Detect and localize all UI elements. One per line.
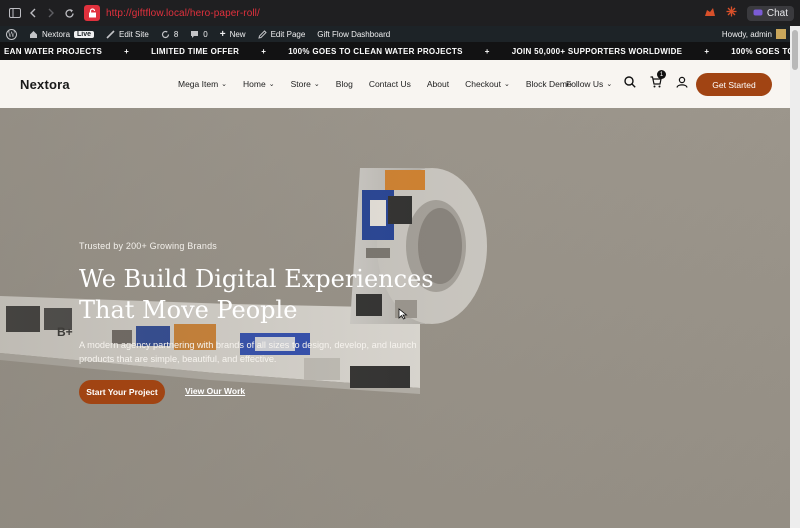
follow-us-label: Follow Us <box>566 79 604 89</box>
updates-icon <box>161 30 169 38</box>
chat-button[interactable]: Chat <box>746 5 794 21</box>
nav-label: About <box>426 79 450 89</box>
start-project-button[interactable]: Start Your Project <box>79 380 165 404</box>
site-logo[interactable]: Nextora <box>20 77 70 92</box>
home-icon <box>30 30 37 38</box>
updates-count: 8 <box>173 29 179 39</box>
avatar[interactable] <box>776 29 786 39</box>
extension-icon[interactable] <box>704 7 716 20</box>
pencil-icon <box>257 29 267 39</box>
edit-page-label: Edit Page <box>270 29 306 39</box>
nav-label: Mega Item <box>178 79 219 89</box>
site-security-icon[interactable] <box>84 5 100 21</box>
comments-count: 0 <box>203 29 208 39</box>
wordpress-logo-icon[interactable]: W <box>0 26 23 42</box>
site-header: Nextora Mega Item ⌄ Home ⌄ Store ⌄ Blog Con… <box>0 60 790 108</box>
edit-site-link[interactable]: Edit Site <box>100 26 155 42</box>
nav-item-mega-item[interactable]: Mega Item ⌄ <box>170 79 235 89</box>
hero-section: B+ Trusted by 200+ Growing Brands We Bui… <box>0 108 790 528</box>
forward-icon[interactable] <box>42 4 60 22</box>
nav-item-contact-us[interactable]: Contact Us <box>361 79 419 89</box>
main-nav: Mega Item ⌄ Home ⌄ Store ⌄ Blog Contact Us … <box>170 60 580 108</box>
reload-icon[interactable] <box>60 4 78 22</box>
new-content-link[interactable]: + New <box>214 26 252 42</box>
comment-icon <box>191 30 199 38</box>
live-badge: Live <box>74 30 95 38</box>
chevron-down-icon: ⌄ <box>268 81 275 88</box>
nav-label: Contact Us <box>368 79 411 89</box>
ticker-item: LIMITED TIME OFFER <box>151 46 240 56</box>
follow-us-menu[interactable]: Follow Us ⌄ <box>566 60 612 108</box>
svg-text:W: W <box>8 31 16 39</box>
updates-link[interactable]: 8 <box>155 26 184 42</box>
ticker-separator: + <box>124 46 130 56</box>
chat-label: Chat <box>766 7 788 19</box>
nav-label: Checkout <box>465 79 501 89</box>
ticker-item: 100% GOES TO CLEAN WATER PROJECTS <box>731 46 790 56</box>
sparkle-icon[interactable] <box>726 6 737 20</box>
chevron-down-icon: ⌄ <box>313 81 320 88</box>
sidebar-toggle-icon[interactable] <box>6 4 24 22</box>
ticker-separator: + <box>704 46 710 56</box>
new-label: New <box>229 29 246 39</box>
nav-item-home[interactable]: Home ⌄ <box>235 79 283 89</box>
back-icon[interactable] <box>24 4 42 22</box>
mouse-cursor-icon <box>398 308 408 320</box>
edit-site-label: Edit Site <box>119 29 149 39</box>
wp-admin-bar: W Nextora Live Edit Site 8 0 + New Edit … <box>0 26 790 42</box>
nav-item-checkout[interactable]: Checkout ⌄ <box>457 79 518 89</box>
nav-label: Blog <box>335 79 353 89</box>
howdy-label[interactable]: Howdy, admin <box>722 30 772 39</box>
trusted-tagline: Trusted by 200+ Growing Brands <box>79 241 217 251</box>
page-scrollbar-track[interactable] <box>790 26 800 528</box>
browser-window: http://giftflow.local/hero-paper-roll/ C… <box>0 0 800 528</box>
dashboard-link[interactable]: Gift Flow Dashboard <box>311 26 396 42</box>
address-bar[interactable]: http://giftflow.local/hero-paper-roll/ <box>106 8 260 19</box>
edit-page-link[interactable]: Edit Page <box>252 26 312 42</box>
page-scrollbar-thumb[interactable] <box>792 30 798 70</box>
admin-site-link[interactable]: Nextora Live <box>23 26 100 42</box>
plus-icon: + <box>219 28 226 40</box>
announcement-ticker: EAN WATER PROJECTS + LIMITED TIME OFFER … <box>0 42 790 60</box>
ticker-item: 100% GOES TO CLEAN WATER PROJECTS <box>288 46 463 56</box>
ticker-item: JOIN 50,000+ SUPPORTERS WORLDWIDE <box>511 46 683 56</box>
nav-item-blog[interactable]: Blog <box>328 79 361 89</box>
chevron-down-icon: ⌄ <box>221 81 228 88</box>
ticker-item: EAN WATER PROJECTS <box>4 46 103 56</box>
cart-button[interactable]: 1 <box>650 70 666 93</box>
hero-subtext: A modern agency partnering with brands o… <box>79 340 417 364</box>
cart-count-badge: 1 <box>657 70 666 79</box>
nav-item-about[interactable]: About <box>419 79 457 89</box>
admin-site-name: Nextora <box>42 29 71 39</box>
nav-label: Home <box>243 79 266 89</box>
search-icon[interactable] <box>624 75 636 93</box>
browser-toolbar: http://giftflow.local/hero-paper-roll/ C… <box>0 0 800 26</box>
nav-label: Store <box>290 79 311 89</box>
chat-icon <box>753 9 763 16</box>
user-icon[interactable] <box>676 75 688 93</box>
brush-icon <box>106 29 115 39</box>
hero-headline-line: We Build Digital Experiences <box>79 265 434 293</box>
view-work-link[interactable]: View Our Work <box>185 386 245 396</box>
ticker-separator: + <box>261 46 267 56</box>
get-started-button[interactable]: Get Started <box>696 73 772 96</box>
nav-label: Block Demo <box>525 79 572 89</box>
nav-item-store[interactable]: Store ⌄ <box>283 79 328 89</box>
ticker-separator: + <box>484 46 490 56</box>
comments-link[interactable]: 0 <box>184 26 213 42</box>
chevron-down-icon: ⌄ <box>504 81 510 88</box>
chevron-down-icon: ⌄ <box>606 81 613 88</box>
